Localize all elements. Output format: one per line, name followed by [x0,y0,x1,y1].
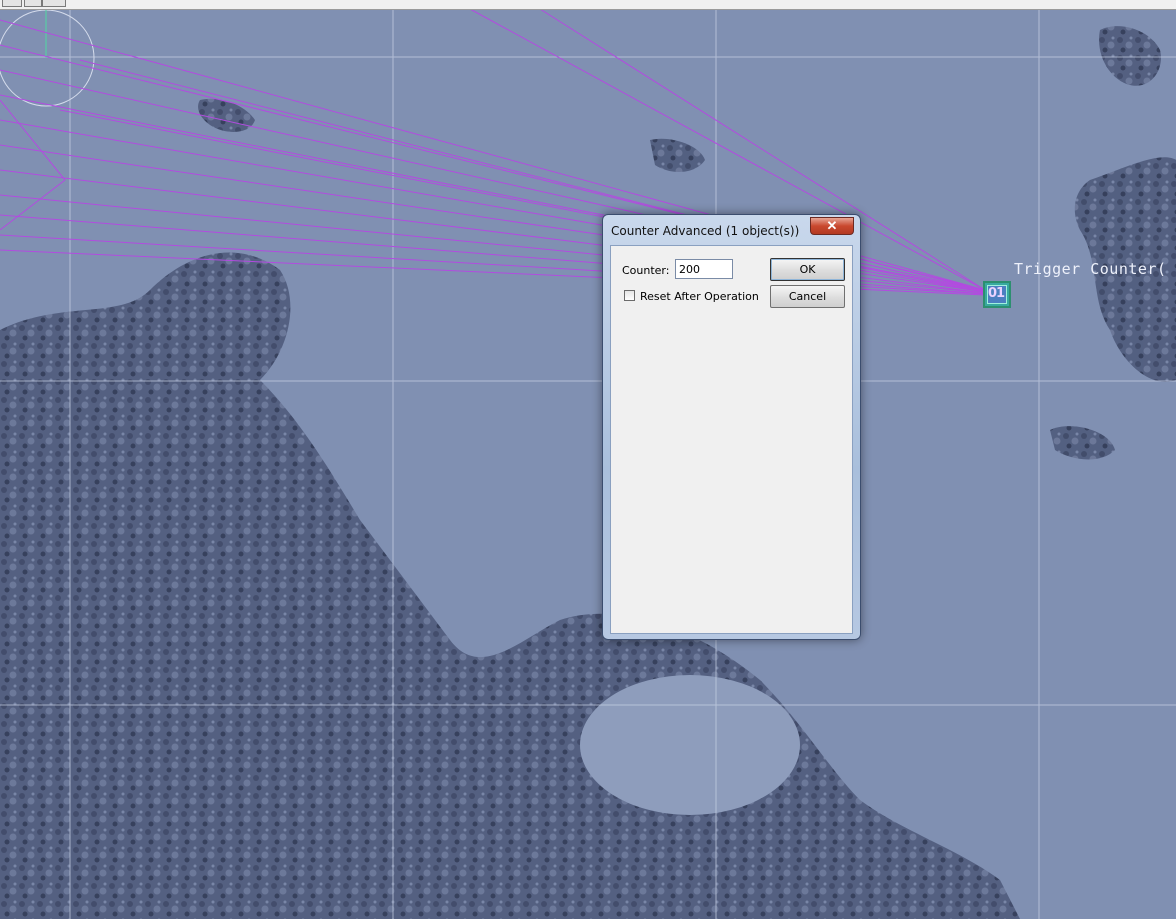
reset-after-operation-checkbox[interactable] [624,290,635,301]
reset-after-operation-label[interactable]: Reset After Operation [640,290,759,303]
cancel-button[interactable]: Cancel [770,285,845,308]
close-button[interactable]: ✕ [810,217,854,235]
close-icon: ✕ [826,218,838,233]
trigger-object-text: 01 [988,286,1005,301]
trigger-object-label: Trigger Counter( [1014,260,1167,278]
counter-advanced-dialog: Counter Advanced (1 object(s)) ✕ Counter… [602,214,861,640]
toolbar-button[interactable] [2,0,22,7]
counter-input[interactable] [675,259,733,279]
toolbar-button[interactable] [24,0,42,7]
crater-area [580,675,800,815]
map-canvas[interactable] [0,0,1176,919]
dialog-title: Counter Advanced (1 object(s)) [611,224,800,238]
dialog-client-area: Counter: Reset After Operation OK Cancel [610,245,853,634]
counter-label: Counter: [622,264,670,277]
ok-button[interactable]: OK [770,258,845,281]
trigger-counter-object[interactable]: 01 [983,281,1011,308]
toolbar-button[interactable] [42,0,66,7]
top-toolbar-strip [0,0,1176,10]
